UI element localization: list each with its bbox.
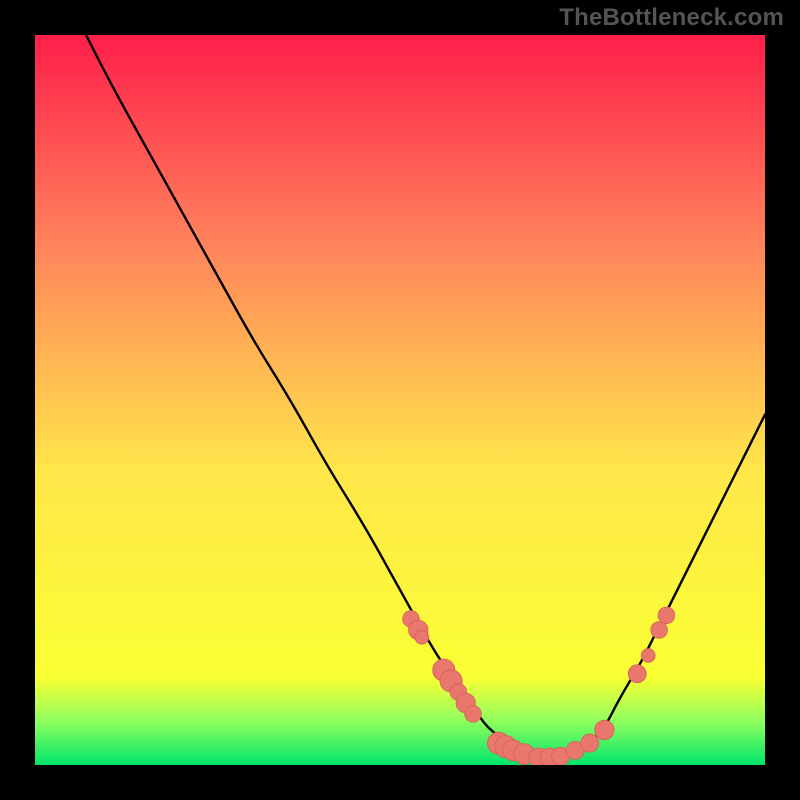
plot-area <box>35 35 765 765</box>
data-marker <box>628 665 646 683</box>
watermark-text: TheBottleneck.com <box>559 4 784 32</box>
data-marker <box>415 630 429 644</box>
data-marker <box>658 607 675 624</box>
data-marker <box>581 734 599 752</box>
data-marker <box>595 720 614 739</box>
bottleneck-chart <box>35 35 765 765</box>
data-marker <box>465 706 482 723</box>
data-marker <box>641 649 655 663</box>
data-marker <box>651 622 668 639</box>
chart-frame: TheBottleneck.com <box>0 0 800 800</box>
